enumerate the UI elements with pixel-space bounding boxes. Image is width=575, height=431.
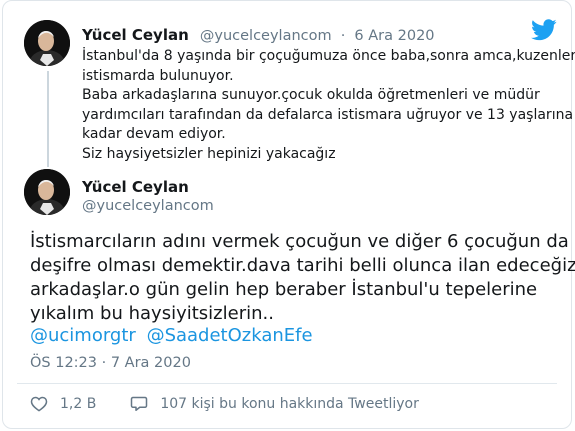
- display-name[interactable]: Yücel Ceylan: [82, 26, 189, 44]
- tweet-card: Yücel Ceylan @yucelceylancom · 6 Ara 202…: [2, 0, 575, 429]
- tweet-actions: 1,2 B 107 kişi bu konu hakkında Tweetliy…: [30, 395, 419, 412]
- display-name[interactable]: Yücel Ceylan: [82, 178, 189, 196]
- tweet-text-line: yıkalım bu haysiyitsizlerin..: [30, 303, 274, 324]
- mention-link[interactable]: @ucimorgtr: [30, 325, 136, 346]
- tweet-text-line: kadar devam ediyor.: [82, 126, 226, 142]
- user-handle[interactable]: @yucelceylancom: [82, 198, 214, 214]
- parent-tweet-header: Yücel Ceylan @yucelceylancom · 6 Ara 202…: [82, 25, 435, 44]
- mentions-line: @ucimorgtr @SaadetOzkanEfe: [30, 324, 313, 348]
- avatar[interactable]: [24, 20, 70, 66]
- tweet-text-line: Siz haysiyetsizler hepinizi yakacağız: [82, 145, 336, 162]
- avatar[interactable]: [24, 169, 70, 215]
- separator-dot: ·: [340, 28, 346, 44]
- tweet-text-line: İstismarcıların adını vermek çocuğun ve …: [30, 231, 569, 252]
- user-handle[interactable]: @yucelceylancom: [200, 28, 332, 44]
- heart-icon: [30, 396, 48, 412]
- like-button[interactable]: 1,2 B: [30, 395, 96, 412]
- speech-bubble-icon: [131, 396, 148, 411]
- tweet-text-line: İstanbul'da 8 yaşında bir çoçuğumuza önc…: [82, 48, 575, 64]
- mention-link[interactable]: @SaadetOzkanEfe: [147, 325, 313, 346]
- conversation-button[interactable]: 107 kişi bu konu hakkında Tweetliyor: [130, 395, 419, 412]
- tweet-text-line: yardımcıları tarafından da defalarca ist…: [82, 106, 574, 123]
- parent-tweet-text: İstanbul'da 8 yaşında bir çoçuğumuza önc…: [82, 47, 575, 164]
- tweet-text-line: arkadaşlar.o gün gelin hep beraber İstan…: [30, 279, 538, 300]
- tweet-timestamp[interactable]: ÖS 12:23 · 7 Ara 2020: [30, 355, 191, 371]
- tweet-text-line: Baba arkadaşlarına sunuyor.çocuk okulda …: [82, 87, 540, 103]
- like-count: 1,2 B: [60, 395, 97, 412]
- divider: [17, 383, 557, 384]
- thread-connector-line: [47, 71, 49, 167]
- reply-tweet-text: İstismarcıların adını vermek çocuğun ve …: [30, 230, 575, 326]
- tweet-date[interactable]: 6 Ara 2020: [354, 28, 434, 44]
- tweet-text-line: istismarda bulunuyor.: [82, 67, 234, 84]
- tweet-text-line: deşifre olması demektir.dava tarihi bell…: [30, 255, 575, 276]
- discussion-count-label: 107 kişi bu konu hakkında Tweetliyor: [160, 395, 419, 412]
- twitter-bird-icon[interactable]: [531, 19, 557, 41]
